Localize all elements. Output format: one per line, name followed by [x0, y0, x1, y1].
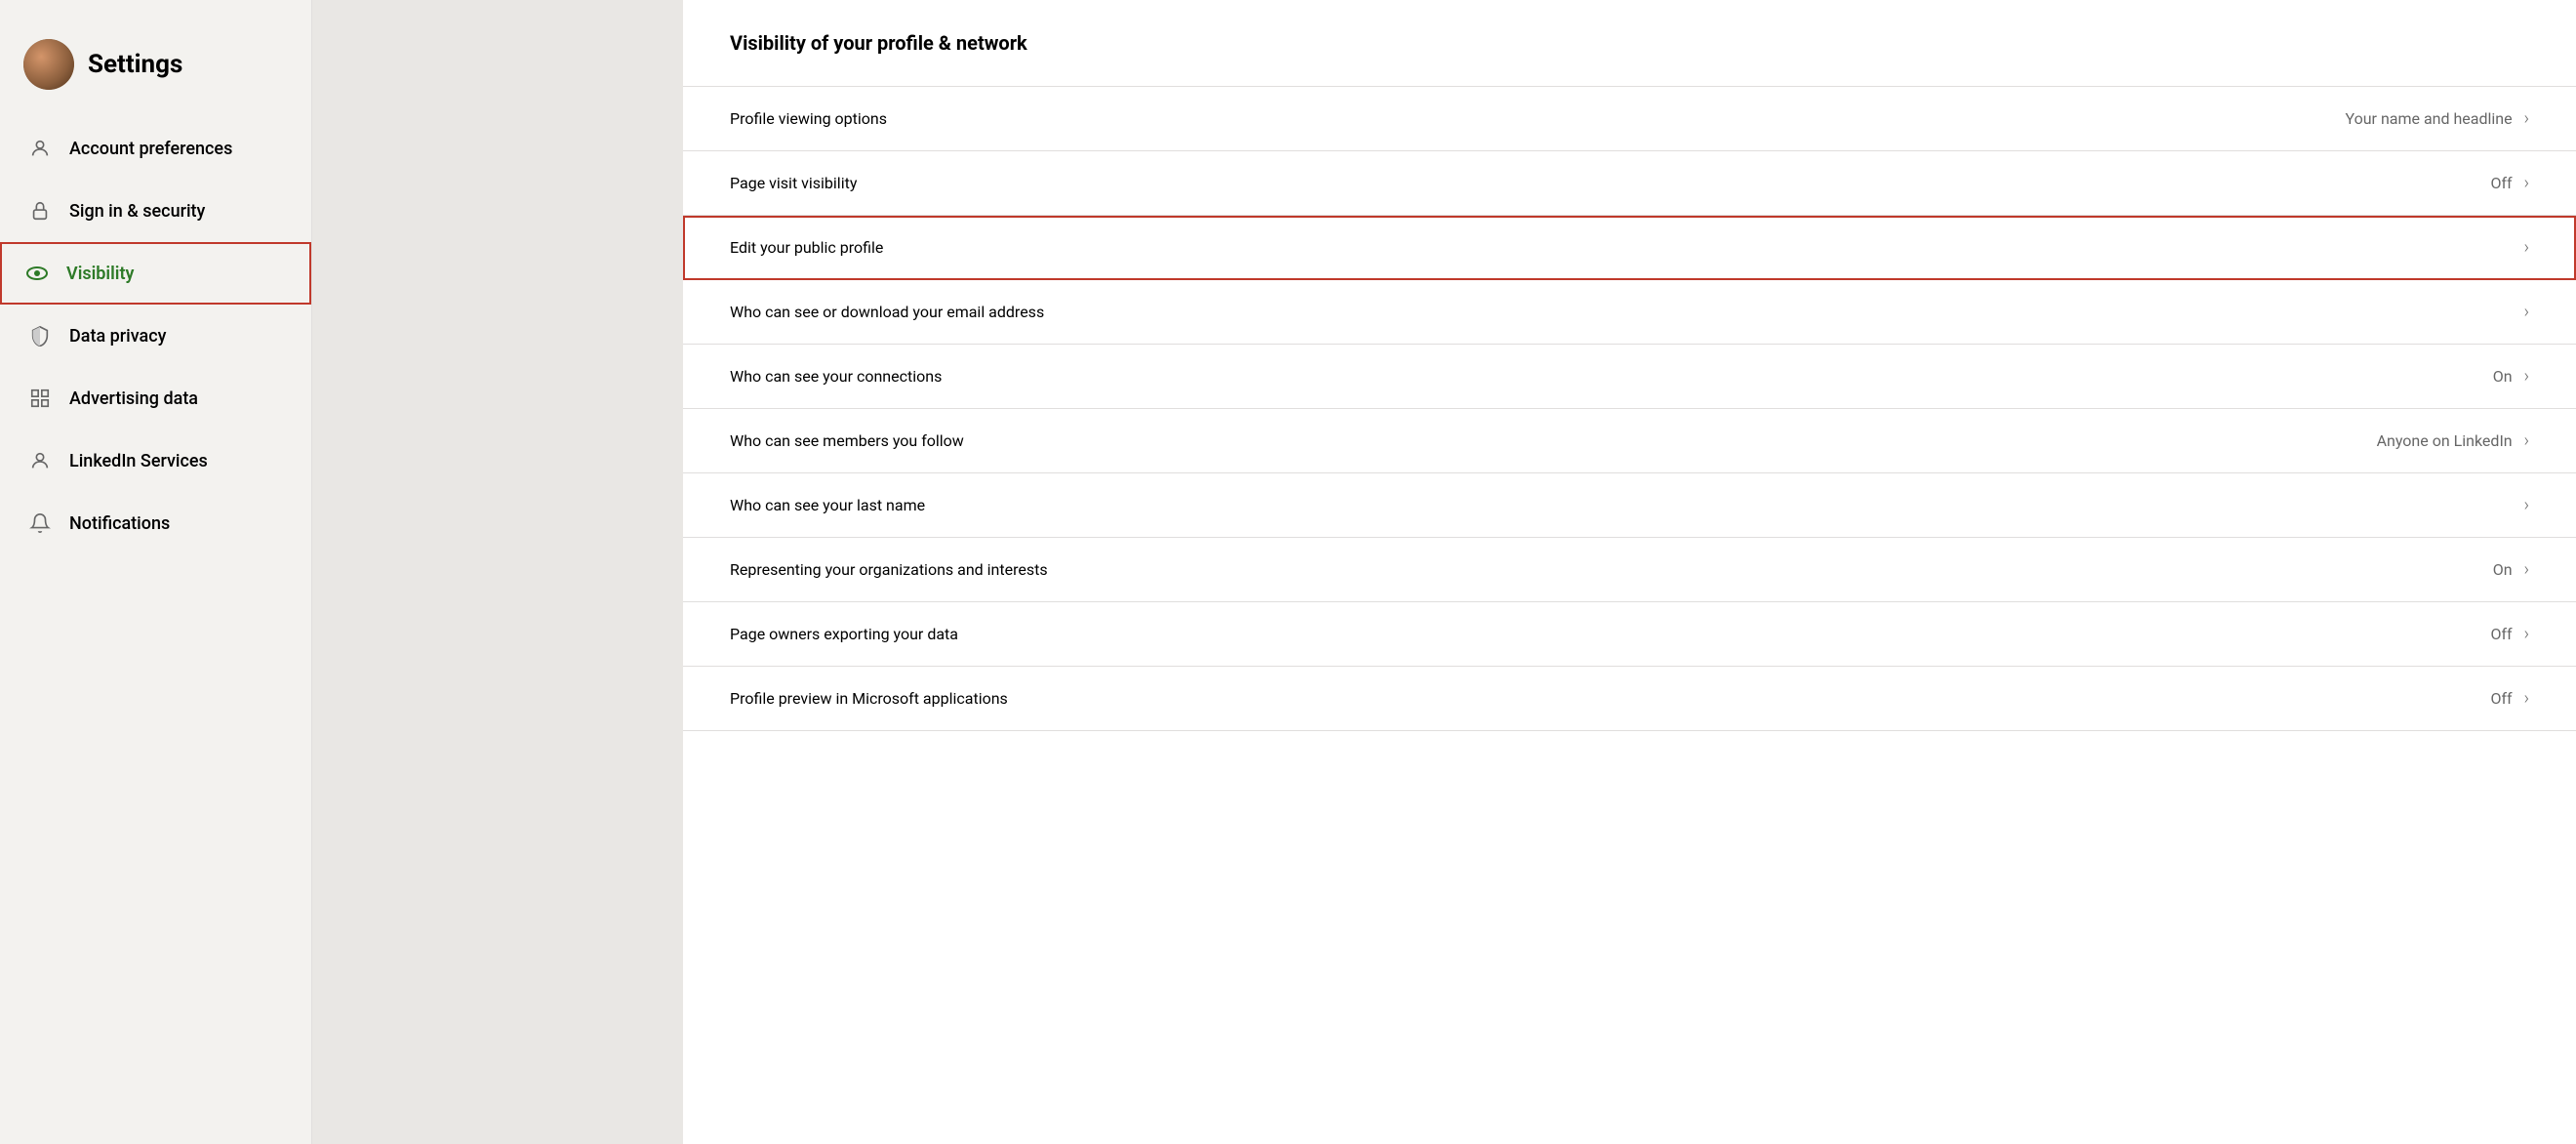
chevron-right-icon: ›	[2524, 430, 2529, 451]
item-right: On ›	[2493, 366, 2529, 387]
item-value: Your name and headline	[2346, 109, 2513, 128]
middle-panel	[312, 0, 683, 1144]
settings-item-profile-preview-microsoft[interactable]: Profile preview in Microsoft application…	[683, 667, 2576, 731]
item-label: Profile preview in Microsoft application…	[730, 689, 1008, 708]
sidebar-item-label: Advertising data	[69, 388, 198, 409]
settings-item-who-can-see-last-name[interactable]: Who can see your last name ›	[683, 473, 2576, 538]
section-title: Visibility of your profile & network	[730, 31, 2529, 78]
sidebar-item-label: Account preferences	[69, 139, 232, 159]
sidebar-item-label: Notifications	[69, 513, 170, 534]
item-right: Off ›	[2490, 688, 2529, 709]
settings-item-who-can-see-members[interactable]: Who can see members you follow Anyone on…	[683, 409, 2576, 473]
sidebar-item-advertising-data[interactable]: Advertising data	[0, 367, 311, 429]
eye-icon	[23, 260, 51, 287]
bell-icon	[26, 510, 54, 537]
item-label: Representing your organizations and inte…	[730, 560, 1048, 579]
settings-item-page-owners-exporting[interactable]: Page owners exporting your data Off ›	[683, 602, 2576, 667]
chevron-right-icon: ›	[2524, 559, 2529, 580]
item-right: On ›	[2493, 559, 2529, 580]
item-right: Your name and headline ›	[2346, 108, 2530, 129]
settings-list: Profile viewing options Your name and he…	[683, 87, 2576, 731]
chevron-right-icon: ›	[2524, 495, 2529, 515]
item-right: Anyone on LinkedIn ›	[2377, 430, 2529, 451]
item-right: ›	[2513, 495, 2529, 515]
item-label: Who can see your connections	[730, 367, 942, 386]
lock-icon	[26, 197, 54, 225]
sidebar-item-account-preferences[interactable]: Account preferences	[0, 117, 311, 180]
item-value: On	[2493, 560, 2513, 579]
sidebar-nav: Account preferences Sign in & security	[0, 117, 311, 554]
item-value: Off	[2490, 625, 2512, 643]
settings-item-who-can-see-email[interactable]: Who can see or download your email addre…	[683, 280, 2576, 345]
settings-item-page-visit-visibility[interactable]: Page visit visibility Off ›	[683, 151, 2576, 216]
item-label: Who can see members you follow	[730, 431, 964, 450]
sidebar-item-label: Sign in & security	[69, 201, 205, 222]
item-label: Page owners exporting your data	[730, 625, 958, 643]
sidebar-item-notifications[interactable]: Notifications	[0, 492, 311, 554]
settings-item-profile-viewing-options[interactable]: Profile viewing options Your name and he…	[683, 87, 2576, 151]
item-right: Off ›	[2490, 173, 2529, 193]
person-icon	[26, 135, 54, 162]
person-services-icon	[26, 447, 54, 474]
shield-icon	[26, 322, 54, 349]
sidebar: Settings Account preferences	[0, 0, 312, 1144]
item-label: Who can see or download your email addre…	[730, 303, 1044, 321]
settings-item-edit-public-profile[interactable]: Edit your public profile ›	[683, 216, 2576, 280]
chevron-right-icon: ›	[2524, 108, 2529, 129]
sidebar-item-linkedin-services[interactable]: LinkedIn Services	[0, 429, 311, 492]
sidebar-item-label: LinkedIn Services	[69, 451, 208, 471]
item-label: Who can see your last name	[730, 496, 925, 514]
item-right: ›	[2513, 237, 2529, 258]
sidebar-title: Settings	[88, 50, 182, 79]
sidebar-item-visibility[interactable]: Visibility	[0, 242, 311, 305]
sidebar-item-data-privacy[interactable]: Data privacy	[0, 305, 311, 367]
nav-list: Account preferences Sign in & security	[0, 117, 311, 554]
chevron-right-icon: ›	[2524, 302, 2529, 322]
chevron-right-icon: ›	[2524, 624, 2529, 644]
item-right: Off ›	[2490, 624, 2529, 644]
main-content: Visibility of your profile & network Pro…	[683, 0, 2576, 1144]
section-header: Visibility of your profile & network	[683, 0, 2576, 87]
chevron-right-icon: ›	[2524, 688, 2529, 709]
settings-item-who-can-see-connections[interactable]: Who can see your connections On ›	[683, 345, 2576, 409]
item-right: ›	[2513, 302, 2529, 322]
item-label: Page visit visibility	[730, 174, 857, 192]
item-value: On	[2493, 367, 2513, 386]
avatar	[23, 39, 74, 90]
sidebar-item-label: Data privacy	[69, 326, 166, 347]
sidebar-item-label: Visibility	[66, 264, 134, 284]
item-label: Profile viewing options	[730, 109, 887, 128]
item-value: Anyone on LinkedIn	[2377, 431, 2513, 450]
sidebar-header: Settings	[0, 23, 311, 117]
item-value: Off	[2490, 689, 2512, 708]
chevron-right-icon: ›	[2524, 173, 2529, 193]
grid-icon	[26, 385, 54, 412]
settings-item-representing-organizations[interactable]: Representing your organizations and inte…	[683, 538, 2576, 602]
sidebar-item-sign-in-security[interactable]: Sign in & security	[0, 180, 311, 242]
chevron-right-icon: ›	[2524, 366, 2529, 387]
chevron-right-icon: ›	[2524, 237, 2529, 258]
item-label: Edit your public profile	[730, 238, 883, 257]
item-value: Off	[2490, 174, 2512, 192]
